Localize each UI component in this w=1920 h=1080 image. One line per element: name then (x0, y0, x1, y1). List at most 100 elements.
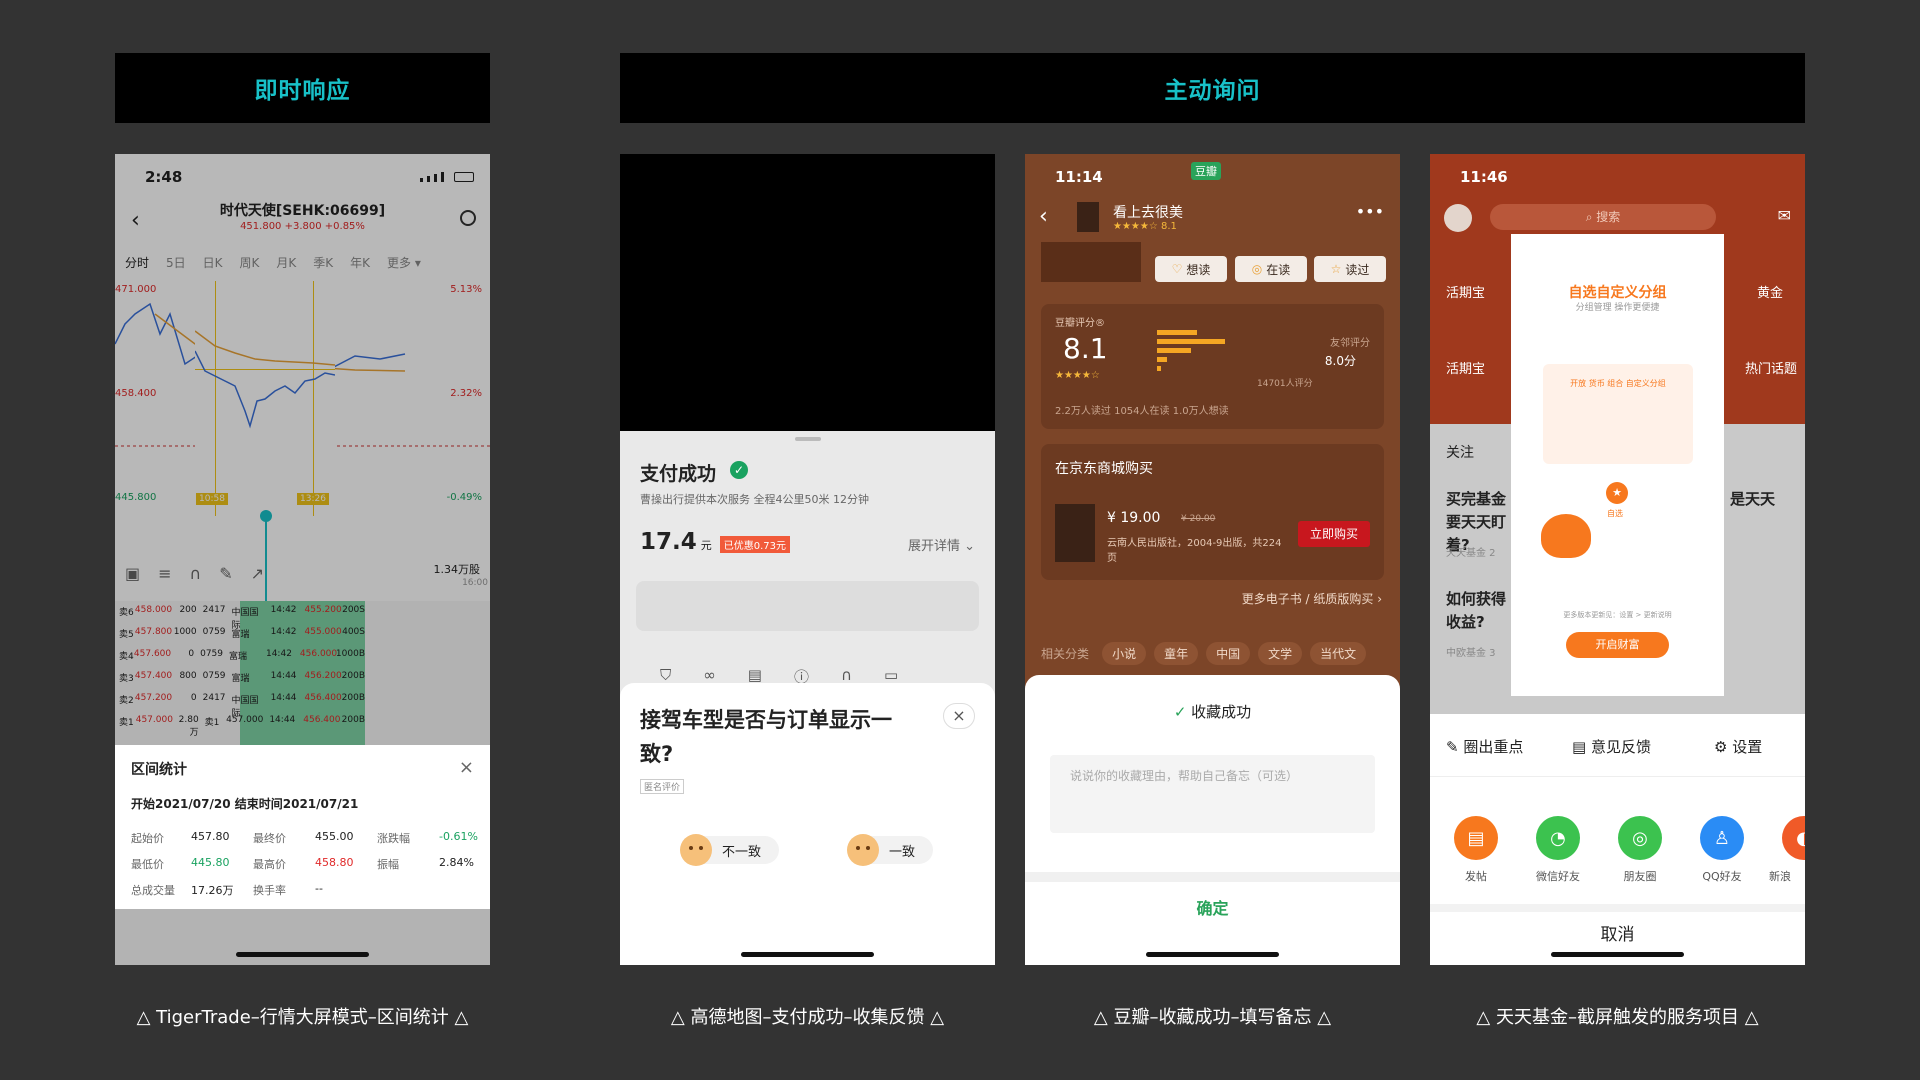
follow-tab[interactable]: 关注 (1446, 442, 1474, 462)
share-sheet: ✎ 圈出重点 ▤ 意见反馈 ⚙ 设置 ▤ ◔ ◎ ♙ ◐ 发帖 微信好友 朋友圈… (1430, 714, 1805, 965)
weibo-icon[interactable]: ◐ (1782, 816, 1805, 860)
qq-icon[interactable]: ♙ (1700, 816, 1744, 860)
score-stars: ★★★★☆ (1055, 370, 1100, 381)
drag-handle[interactable] (795, 437, 821, 441)
avatar[interactable] (1444, 204, 1472, 232)
star-icon: ☆ (1330, 262, 1342, 276)
share-label: QQ好友 (1702, 870, 1742, 883)
banner-title: 主动询问 (1164, 78, 1261, 104)
sheet-divider (1430, 904, 1805, 912)
share-label: 新浪 (1769, 870, 1791, 883)
expand-label: 展开详情 (907, 539, 960, 554)
share-label: 朋友圈 (1623, 870, 1657, 883)
tab-period[interactable]: 更多 ▾ (387, 254, 421, 271)
post-icon[interactable]: ▤ (1454, 816, 1498, 860)
stat-value: 445.80 (191, 856, 230, 869)
magnet-icon[interactable]: ∩ (190, 564, 202, 583)
back-icon[interactable]: ‹ (1039, 204, 1048, 229)
tag-chip[interactable]: 文学 (1258, 642, 1303, 665)
friend-score: 8.0分 (1324, 354, 1356, 368)
stat-value: -0.61% (439, 830, 478, 843)
heart-icon: ♡ (1171, 262, 1183, 276)
close-icon[interactable]: × (459, 757, 474, 778)
badge-label: 自选 (1607, 509, 1623, 518)
action-highlight[interactable]: ✎ 圈出重点 (1446, 736, 1523, 757)
option-inconsistent-button[interactable]: 不一致 (680, 834, 780, 866)
cancel-button[interactable]: 取消 (1430, 920, 1805, 945)
expand-details-link[interactable]: 展开详情 ⌄ (908, 535, 975, 554)
article-title[interactable]: 如何获得收益? (1446, 588, 1506, 634)
message-icon[interactable]: ✉ (1778, 206, 1791, 225)
tag-chip[interactable]: 当代文 (1310, 642, 1367, 665)
feedback-dialog: 接驾车型是否与订单显示一致? × 匿名评价 不一致 一致 (620, 683, 995, 965)
want-read-button[interactable]: ♡ 想读 (1155, 256, 1227, 282)
time-marker: 13:26 (297, 493, 329, 505)
more-icon[interactable]: ••• (1356, 202, 1384, 221)
grid-item-label[interactable]: 活期宝 (1446, 282, 1485, 301)
search-icon[interactable] (460, 210, 476, 226)
article-source: 天天基金 2 (1446, 548, 1496, 559)
tab-period[interactable]: 季K (313, 254, 333, 271)
caption-tiantian: △ 天天基金–截屏触发的服务项目 △ (1476, 1007, 1759, 1028)
indicator-icon[interactable]: ▣ (125, 564, 140, 583)
grid-item-label[interactable]: 热门话题 (1745, 358, 1797, 377)
friend-label: 友邻评分 (1330, 338, 1370, 349)
close-button[interactable]: × (943, 703, 975, 729)
shop-orig-price: ¥ 20.00 (1181, 514, 1216, 524)
amount-value: 17.4 (640, 529, 697, 555)
more-buy-link[interactable]: 更多电子书 / 纸质版购买 › (1242, 590, 1382, 607)
search-bar[interactable]: ⌕ 搜索 (1490, 204, 1716, 230)
stock-title: 时代天使[SEHK:06699] (219, 203, 386, 219)
share-icon[interactable]: ↗ (251, 564, 264, 583)
tab-period[interactable]: 5日 (166, 254, 186, 271)
action-settings[interactable]: ⚙ 设置 (1714, 736, 1762, 757)
selected-line (195, 330, 335, 429)
section-banner-instant: 即时响应 (115, 53, 490, 123)
tag-chip[interactable]: 中国 (1206, 642, 1251, 665)
tag-chip[interactable]: 小说 (1102, 642, 1147, 665)
pay-title: 支付成功 (640, 463, 717, 485)
share-label: 发帖 (1465, 870, 1487, 883)
lines-icon[interactable]: ≡ (158, 564, 171, 583)
grid-item-label[interactable]: 黄金 (1757, 282, 1783, 301)
read-button[interactable]: ☆ 读过 (1314, 256, 1386, 282)
tab-period[interactable]: 周K (240, 254, 260, 271)
happy-face-icon (847, 834, 879, 866)
reading-button[interactable]: ◎ 在读 (1235, 256, 1307, 282)
option-consistent-button[interactable]: 一致 (847, 834, 934, 866)
stats-title: 区间统计 (131, 762, 187, 778)
range-selection[interactable]: 10:58 13:26 (195, 281, 335, 516)
status-icons (420, 172, 474, 182)
tab-period[interactable]: 分时 (125, 254, 149, 271)
moments-icon[interactable]: ◎ (1618, 816, 1662, 860)
tag-chip[interactable]: 童年 (1154, 642, 1199, 665)
stat-label: 最终价 (253, 832, 286, 845)
pen-icon[interactable]: ✎ (219, 564, 232, 583)
modal-title: 自选自定义分组 (1568, 285, 1667, 301)
book-rating: ★★★★☆ 8.1 (1113, 221, 1177, 232)
tab-period[interactable]: 月K (276, 254, 296, 271)
tab-period[interactable]: 年K (350, 254, 370, 271)
orderbook: 卖6 458.000 200 2417 中国国际 14:42 455.200 200S 卖5 4… (115, 601, 490, 745)
open-wealth-button[interactable]: 开启财富 (1566, 632, 1669, 658)
orderbook-row: 卖4 457.600 0 0759 富瑞 14:42 456.000 1000B (119, 649, 366, 662)
section-banner-ask: 主动询问 (620, 53, 1805, 123)
stat-value: -- (315, 882, 323, 895)
book-cover-art (1041, 242, 1141, 282)
tab-period[interactable]: 日K (203, 254, 223, 271)
rating-panel: 豆瓣评分® 8.1 ★★★★☆ 14701人评分 友邻评分 8.0分 2.2万人… (1041, 304, 1384, 429)
drag-knob[interactable] (260, 510, 272, 522)
action-feedback[interactable]: ▤ 意见反馈 (1572, 736, 1651, 757)
modal-tabs: 开放 货币 组合 自定义分组 (1570, 379, 1666, 388)
article-title-tail[interactable]: 是天天 (1730, 488, 1775, 509)
grid-item-label[interactable]: 活期宝 (1446, 358, 1485, 377)
memo-input[interactable]: 说说你的收藏理由，帮助自己备忘（可选） (1050, 755, 1375, 833)
buy-now-button[interactable]: 立即购买 (1298, 521, 1370, 547)
ratings-count: 14701人评分 (1257, 379, 1313, 389)
discount-badge: 已优惠0.73元 (719, 536, 791, 553)
caption-douban: △ 豆瓣–收藏成功–填写备忘 △ (1093, 1007, 1332, 1028)
wechat-icon[interactable]: ◔ (1536, 816, 1580, 860)
confirm-button[interactable]: 确定 (1025, 895, 1400, 919)
promo-modal[interactable]: 自选自定义分组 分组管理 操作更便捷 开放 货币 组合 自定义分组 ★ 自选 更… (1511, 234, 1724, 696)
share-label: 微信好友 (1536, 870, 1580, 883)
